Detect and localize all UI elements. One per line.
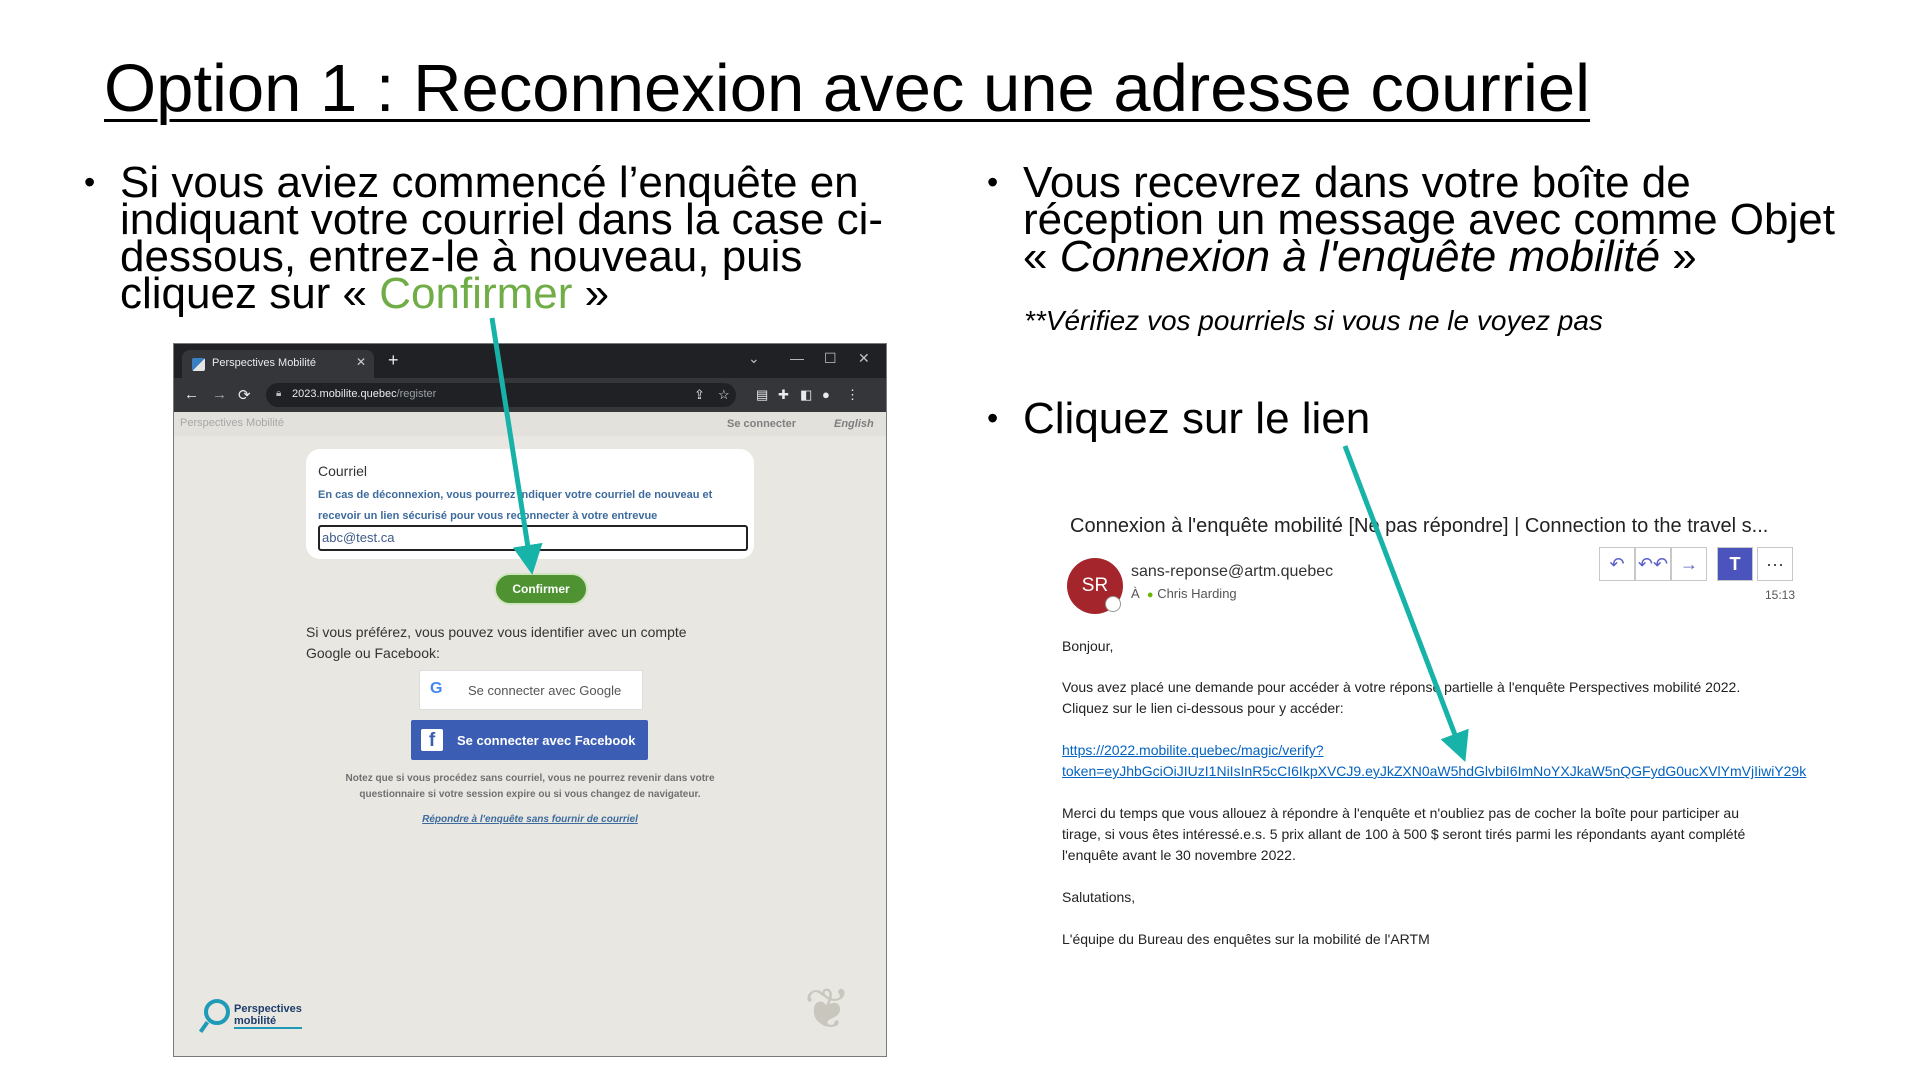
annotation-arrows xyxy=(489,317,1469,763)
arrow-to-confirm xyxy=(489,317,543,575)
arrow-to-link xyxy=(1342,445,1469,763)
